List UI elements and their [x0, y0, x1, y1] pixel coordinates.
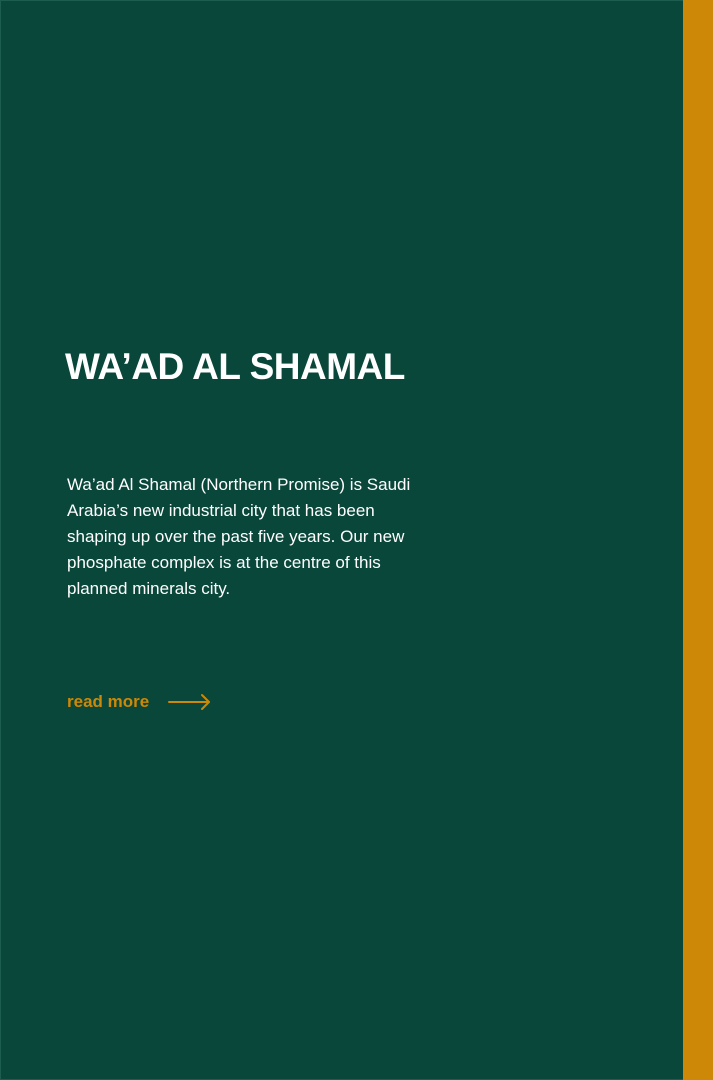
read-more-link[interactable]: read more	[67, 690, 212, 714]
page-title: WA’AD AL SHAMAL	[65, 346, 405, 387]
accent-sidebar	[683, 0, 713, 1080]
read-more-label: read more	[67, 692, 150, 711]
description-text: Wa’ad Al Shamal (Northern Promise) is Sa…	[67, 475, 411, 598]
content-panel: WA’AD AL SHAMAL Wa’ad Al Shamal (Norther…	[0, 0, 683, 1080]
arrow-right-icon	[149, 692, 212, 712]
